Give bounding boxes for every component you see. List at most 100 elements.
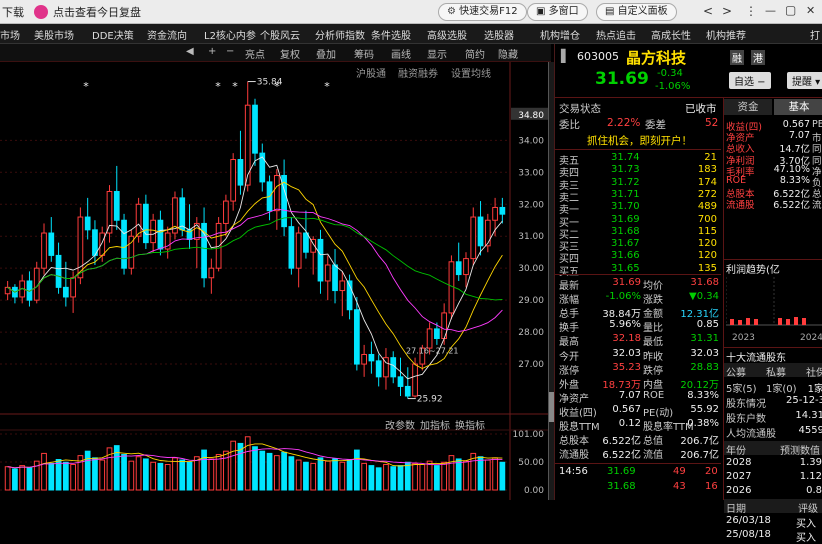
menu-item[interactable]: 机构增仓 bbox=[540, 27, 580, 42]
volume-bar bbox=[404, 461, 411, 491]
weicha-label: 委差 bbox=[645, 119, 666, 131]
volume-bar bbox=[143, 458, 149, 491]
basic-info-value: 6.522亿 bbox=[773, 200, 810, 212]
display-button[interactable]: 显示 bbox=[427, 46, 447, 61]
promo-link[interactable]: 点击查看今日复盘 bbox=[53, 4, 141, 20]
quote-label: 收益(四) bbox=[559, 407, 597, 419]
remind-button[interactable]: 提醒 ▾ bbox=[787, 72, 822, 89]
holder-label: 股东情况 bbox=[726, 399, 766, 410]
menu-item[interactable]: 高级选股 bbox=[427, 27, 467, 42]
eps-year: 2028 bbox=[726, 457, 752, 468]
menu-item[interactable]: 分析师指数 bbox=[315, 27, 365, 42]
kline-chart[interactable]: 34.80 34.00 33.00 32.00 31.00 30.00 29.00 28.00… bbox=[0, 62, 548, 500]
hide-indicator-button[interactable]: 隐藏 bbox=[498, 46, 518, 61]
holder-tab[interactable]: 公募 bbox=[726, 364, 746, 379]
volume-bar bbox=[353, 449, 360, 491]
download-label[interactable]: 下载 bbox=[2, 4, 24, 20]
menu-item[interactable]: 美股市场 bbox=[34, 27, 74, 42]
candle-body bbox=[99, 232, 106, 256]
menu-item[interactable]: 选股器 bbox=[484, 27, 514, 42]
draw-line-button[interactable]: 画线 bbox=[391, 46, 411, 61]
quote-value: 35.23 bbox=[612, 361, 641, 373]
add-indicator-button[interactable]: 加指标 bbox=[420, 417, 450, 432]
chips-button[interactable]: 筹码 bbox=[354, 46, 374, 61]
bright-point-button[interactable]: 亮点 bbox=[245, 46, 265, 61]
open-account-promo[interactable]: 抓住机会，即刻开户！ bbox=[587, 133, 692, 148]
switch-indicator-button[interactable]: 换指标 bbox=[455, 417, 485, 432]
quote-value: -1.06% bbox=[605, 291, 641, 303]
overlay-button[interactable]: 叠加 bbox=[316, 46, 336, 61]
adjust-button[interactable]: 复权 bbox=[280, 46, 300, 61]
candle-body bbox=[492, 206, 498, 221]
quote-value: 0.38% bbox=[687, 418, 719, 429]
watchlist-button[interactable]: 自选 − bbox=[729, 72, 771, 89]
stock-prev-icon[interactable]: ▌ bbox=[561, 49, 570, 63]
menu-item[interactable]: 高成长性 bbox=[651, 27, 691, 42]
menu-item[interactable]: 条件选股 bbox=[371, 27, 411, 42]
quick-trade-button[interactable]: ⚙ 快速交易F12 bbox=[438, 3, 527, 21]
holder-tabs: 公募 私募 社保 bbox=[724, 363, 822, 379]
order-book-price: 31.65 bbox=[611, 262, 640, 274]
eps-year-header: 年份 bbox=[726, 446, 746, 457]
minimize-icon[interactable]: — bbox=[765, 4, 776, 17]
candle-body bbox=[455, 261, 462, 276]
more-icon[interactable]: ⋮ bbox=[745, 4, 757, 18]
margin-trading-label[interactable]: 融资融券 bbox=[398, 65, 438, 80]
volume-bar bbox=[164, 463, 171, 491]
order-book-volume: 135 bbox=[697, 262, 717, 274]
tick-count: 20 bbox=[705, 466, 718, 477]
candle-body bbox=[135, 203, 142, 237]
candle-body bbox=[404, 385, 411, 397]
zoom-out-button[interactable]: − bbox=[226, 46, 234, 57]
menu-item[interactable]: 打 bbox=[810, 27, 820, 42]
tab-funds[interactable]: 资金 bbox=[724, 99, 772, 115]
restore-icon[interactable]: ▢ bbox=[785, 3, 796, 17]
quote-label: 外盘 bbox=[559, 379, 579, 391]
menu-item[interactable]: 热点追击 bbox=[596, 27, 636, 42]
quote-value: 55.92 bbox=[690, 403, 719, 415]
candle-body bbox=[332, 264, 338, 292]
multi-window-button[interactable]: ▣ 多窗口 bbox=[527, 3, 588, 21]
y-tick-label: 33.00 bbox=[518, 168, 544, 178]
quote-label: 量比 bbox=[643, 323, 663, 335]
simplified-button[interactable]: 简约 bbox=[465, 46, 485, 61]
menu-item[interactable]: 资金流向 bbox=[147, 27, 187, 42]
low-price-label: 25.92 bbox=[417, 395, 443, 405]
nav-forward-icon[interactable]: > bbox=[722, 4, 732, 18]
quote-label: 涨幅 bbox=[559, 295, 579, 307]
volume-bar bbox=[463, 460, 469, 491]
holder-tab[interactable]: 私募 bbox=[766, 364, 786, 379]
order-book-volume: 21 bbox=[704, 152, 717, 163]
menu-item[interactable]: L2核心内参 bbox=[204, 27, 256, 42]
quote-value: 32.03 bbox=[612, 347, 641, 359]
custom-panel-button[interactable]: ▤ 自定义面板 bbox=[596, 3, 677, 21]
volume-bar bbox=[339, 461, 346, 491]
candle-body bbox=[113, 190, 120, 221]
menu-item[interactable]: 个股风云 bbox=[260, 27, 300, 42]
nav-back-icon[interactable]: < bbox=[703, 4, 713, 18]
menu-item[interactable]: 市场 bbox=[0, 27, 20, 42]
candle-body bbox=[77, 216, 84, 279]
change-params-button[interactable]: 改参数 bbox=[385, 417, 415, 432]
y-tick-label: 28.00 bbox=[518, 328, 544, 338]
menu-item[interactable]: DDE决策 bbox=[92, 27, 134, 42]
order-book-volume: 272 bbox=[697, 188, 717, 200]
left-arrow-icon[interactable]: ◀ bbox=[186, 46, 194, 57]
tab-basic[interactable]: 基本 bbox=[774, 99, 822, 115]
quote-label: 流值 bbox=[643, 450, 663, 462]
eps-year: 2026 bbox=[726, 485, 752, 496]
rating-value: 买入 bbox=[796, 533, 816, 544]
volume-bar bbox=[157, 462, 164, 491]
holder-tab[interactable]: 社保 bbox=[806, 364, 822, 379]
close-icon[interactable]: ✕ bbox=[806, 4, 815, 17]
volume-bar bbox=[303, 461, 309, 491]
menu-item[interactable]: 机构推荐 bbox=[706, 27, 746, 42]
zoom-in-button[interactable]: + bbox=[208, 46, 216, 57]
candle-body bbox=[215, 222, 222, 269]
y-tick-label: 30.00 bbox=[518, 264, 544, 274]
set-ma-label[interactable]: 设置均线 bbox=[451, 65, 491, 80]
rating-date: 26/03/18 bbox=[726, 515, 771, 526]
sh-connect-label[interactable]: 沪股通 bbox=[356, 65, 386, 80]
quote-label: 流通股 bbox=[559, 450, 589, 462]
candle-body bbox=[324, 264, 331, 282]
